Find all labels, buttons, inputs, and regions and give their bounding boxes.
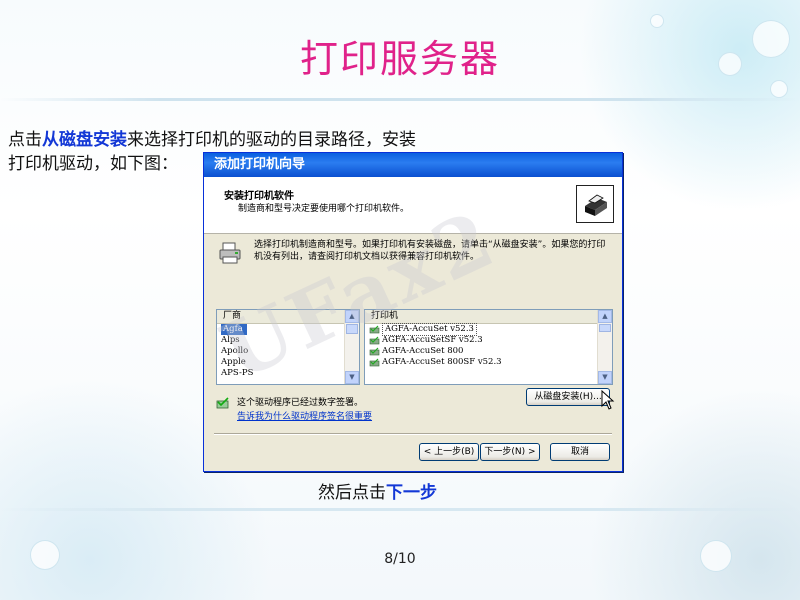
printer-header[interactable]: 打印机: [365, 310, 612, 324]
dialog-title-bar[interactable]: 添加打印机向导: [204, 153, 622, 177]
slide-title: 打印服务器: [299, 37, 500, 81]
list-item[interactable]: AGFA-AccuSet 800SF v52.3: [365, 357, 612, 368]
printer-model: AGFA-AccuSetSF v52.3: [382, 335, 483, 345]
cancel-button[interactable]: 取消: [550, 443, 610, 461]
mouse-cursor-icon: [601, 389, 615, 410]
intro-line1-pre: 点击: [8, 130, 42, 150]
scroll-down-icon[interactable]: ▼: [598, 371, 612, 384]
printer-list[interactable]: 打印机 AGFA-AccuSet v52.3 AGFA-AccuSetSF v5…: [364, 309, 613, 385]
instruction-text: 选择打印机制造商和型号。如果打印机有安装磁盘，请单击“从磁盘安装”。如果您的打印…: [254, 240, 606, 262]
manufacturer-scrollbar[interactable]: ▲ ▼: [344, 310, 359, 384]
signed-driver-text: 这个驱动程序已经过数字签署。: [237, 398, 364, 408]
manufacturer-list[interactable]: 厂商 Agfa Alps Apollo Apple APS-PS ▲ ▼: [216, 309, 360, 385]
bottom-divider: [0, 508, 800, 511]
list-item[interactable]: Apple: [217, 357, 359, 368]
header-title: 安装打印机软件: [224, 191, 294, 202]
caption-highlight: 下一步: [386, 483, 437, 503]
printer-wizard-icon: [576, 185, 614, 223]
intro-highlight: 从磁盘安装: [42, 130, 127, 150]
list-item[interactable]: Apollo: [217, 346, 359, 357]
signed-driver-icon: [369, 336, 380, 345]
have-disk-button[interactable]: 从磁盘安装(H)...: [526, 388, 610, 406]
scroll-down-icon[interactable]: ▼: [345, 371, 359, 384]
printer-model: AGFA-AccuSet 800SF v52.3: [382, 357, 502, 367]
manufacturer-header[interactable]: 厂商: [217, 310, 359, 324]
scroll-up-icon[interactable]: ▲: [345, 310, 359, 323]
caption-text: 然后点击下一步: [318, 478, 437, 503]
top-divider: [0, 98, 800, 101]
signed-driver-icon: [369, 358, 380, 367]
decor-bubble: [650, 14, 664, 28]
scroll-thumb[interactable]: [599, 324, 611, 332]
page-number: 8/10: [384, 551, 416, 567]
scroll-thumb[interactable]: [346, 324, 358, 334]
back-button[interactable]: < 上一步(B): [419, 443, 479, 461]
list-item[interactable]: AGFA-AccuSet v52.3: [365, 323, 612, 336]
list-item[interactable]: Alps: [217, 335, 359, 346]
signed-driver-icon: [369, 347, 380, 356]
signed-driver-icon: [216, 396, 230, 410]
caption-pre: 然后点击: [318, 483, 386, 503]
printer-scrollbar[interactable]: ▲ ▼: [597, 310, 612, 384]
printer-model: AGFA-AccuSet 800: [382, 346, 464, 356]
list-item[interactable]: AGFA-AccuSet 800: [365, 346, 612, 357]
next-button[interactable]: 下一步(N) >: [480, 443, 540, 461]
printer-icon: [218, 241, 242, 265]
scroll-up-icon[interactable]: ▲: [598, 310, 612, 323]
list-item[interactable]: AGFA-AccuSetSF v52.3: [365, 335, 612, 346]
list-item[interactable]: Agfa: [221, 324, 247, 335]
add-printer-wizard-dialog: 添加打印机向导 安装打印机软件 制造商和型号决定要使用哪个打印机软件。 选择打印…: [203, 152, 623, 472]
list-item[interactable]: APS-PS: [217, 368, 359, 379]
driver-signing-link[interactable]: 告诉我为什么驱动程序签名很重要: [237, 409, 372, 422]
intro-line1-post: 来选择打印机的驱动的目录路径，安装: [127, 130, 416, 150]
header-subtitle: 制造商和型号决定要使用哪个打印机软件。: [238, 204, 410, 214]
wizard-header: 安装打印机软件 制造商和型号决定要使用哪个打印机软件。: [204, 177, 622, 234]
dialog-separator: [214, 433, 612, 435]
signed-driver-icon: [369, 325, 380, 334]
